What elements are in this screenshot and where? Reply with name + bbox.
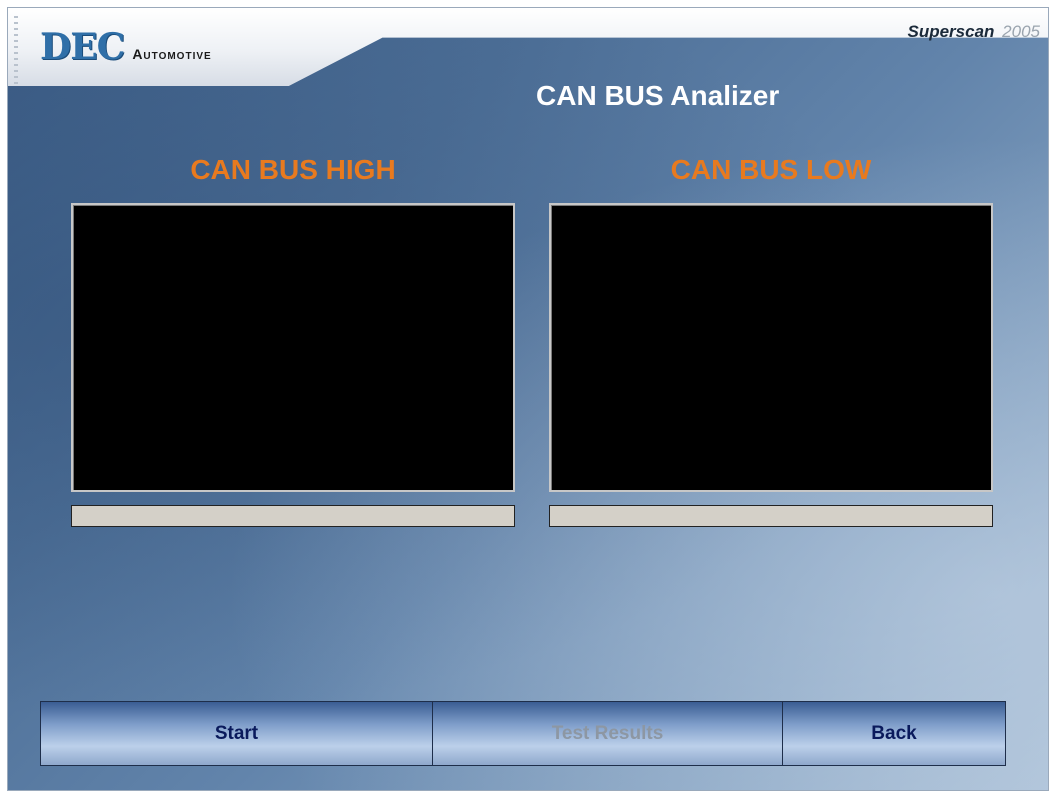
logo-subtitle: Automotive [132,46,212,62]
can-low-title: CAN BUS LOW [670,154,872,185]
can-low-scope-display [549,203,993,492]
start-button[interactable]: Start [41,702,433,765]
page-title: CAN BUS Analizer [536,80,780,111]
can-high-title: CAN BUS HIGH [190,154,396,185]
logo-mark: DEC [40,26,125,68]
product-name: Superscan [907,22,995,41]
test-results-button[interactable]: Test Results [433,702,783,765]
can-high-scope-display [71,203,515,492]
company-logo: DEC Automotive [40,26,212,68]
product-label: Superscan 2005 [908,22,1041,42]
bottom-button-bar: Start Test Results Back [40,701,1006,766]
app-window: DEC Automotive Superscan 2005 CAN BUS An… [7,7,1049,791]
can-high-status-bar [71,505,515,527]
can-low-status-bar [549,505,993,527]
product-year: 2005 [1002,22,1040,41]
header-decoration [14,16,18,86]
back-button[interactable]: Back [783,702,1005,765]
